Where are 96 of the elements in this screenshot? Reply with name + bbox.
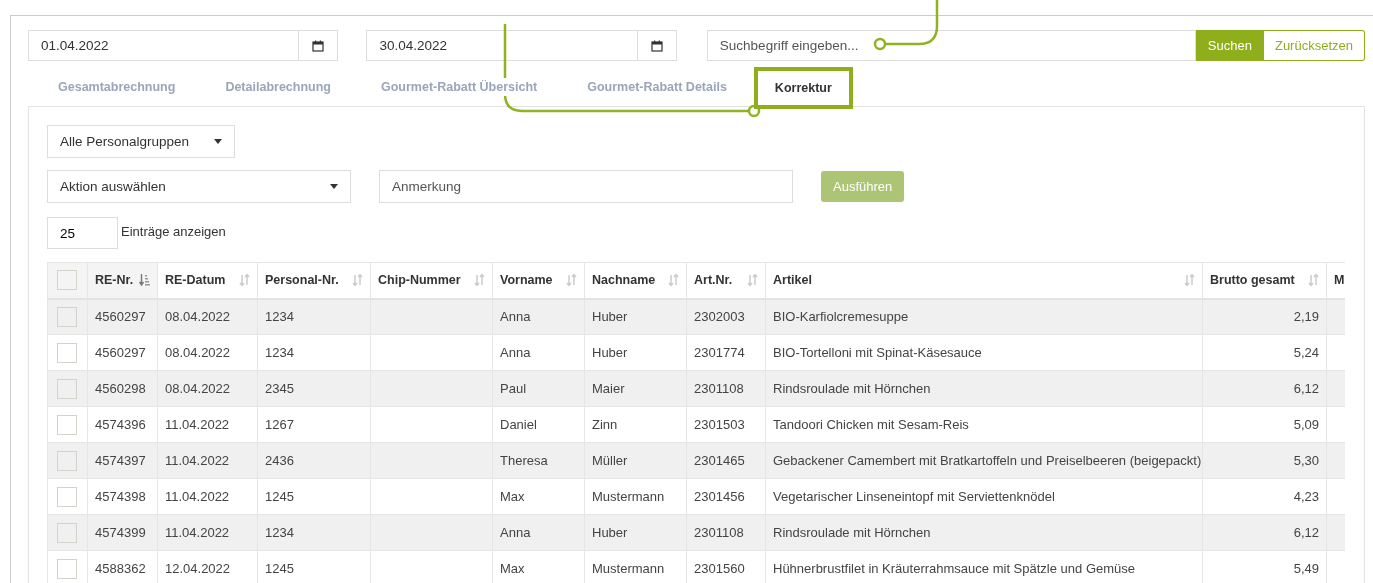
row-checkbox[interactable] — [57, 450, 77, 471]
search-field[interactable]: Suchbegriff eingeben... — [706, 30, 1196, 61]
table-cell: 5,24 — [1293, 345, 1319, 360]
row-checkbox[interactable] — [57, 306, 77, 327]
action-dropdown[interactable]: Aktion auswählen — [47, 170, 351, 203]
table-cell: 5,49 — [1293, 561, 1319, 576]
table-cell: Anna — [500, 525, 531, 540]
table-cell: Müller — [592, 453, 628, 468]
table-cell: 2345 — [265, 381, 294, 396]
table-cell: Rindsroulade mit Hörnchen — [773, 525, 931, 540]
table-cell: 1234 — [265, 525, 294, 540]
column-header[interactable]: RE-Datum — [157, 262, 258, 299]
table-cell: 08.04.2022 — [165, 381, 231, 396]
row-checkbox[interactable] — [57, 342, 77, 363]
select-all-checkbox[interactable] — [57, 270, 77, 291]
table-cell: Theresa — [500, 453, 548, 468]
remark-field[interactable]: Anmerkung — [379, 170, 793, 203]
column-header[interactable]: Brutto gesamt — [1202, 262, 1327, 299]
column-header[interactable]: Art.Nr. — [686, 262, 766, 299]
page-size-field[interactable]: 25 — [47, 217, 118, 249]
table-cell: 1245 — [265, 489, 294, 504]
calendar-icon — [650, 39, 663, 52]
column-header[interactable]: Personal-Nr. — [257, 262, 371, 299]
table-cell: Rindsroulade mit Hörnchen — [773, 381, 931, 396]
table-cell: 5,30 — [1293, 453, 1319, 468]
table-cell: 2301108 — [694, 381, 744, 396]
row-checkbox[interactable] — [57, 378, 77, 399]
table-cell: 4,23 — [1293, 489, 1319, 504]
row-checkbox[interactable] — [57, 558, 77, 579]
column-header[interactable]: Chip-Nummer — [370, 262, 493, 299]
table-cell: Mustermann — [592, 489, 665, 504]
table-cell: 11.04.2022 — [165, 453, 230, 468]
table-cell: Gebackener Camembert mit Bratkartoffeln und Preiselbeeren (beigepackt) — [773, 453, 1202, 468]
table-cell: 4574399 — [95, 525, 146, 540]
table-cell: 1234 — [265, 345, 294, 360]
table-cell: 12.04.2022 — [165, 561, 231, 576]
table-cell: 2301503 — [694, 417, 745, 432]
table-cell: 2301465 — [694, 453, 745, 468]
table-cell: 2,19 — [1293, 309, 1319, 325]
column-header[interactable]: M — [1326, 262, 1345, 299]
table-cell: Max — [500, 489, 525, 504]
table-cell: Tandoori Chicken mit Sesam-Reis — [773, 417, 969, 432]
table-cell: 08.04.2022 — [165, 345, 231, 360]
table-cell: 11.04.2022 — [165, 489, 230, 504]
group-dropdown[interactable]: Alle Personalgruppen — [47, 125, 235, 158]
row-checkbox[interactable] — [57, 522, 77, 543]
table-cell: 4574396 — [95, 417, 146, 432]
table-cell: Vegetarischer Linseneintopf mit Serviettenknödel — [773, 489, 1055, 504]
table-cell: Huber — [592, 309, 628, 325]
table-cell: 11.04.2022 — [165, 525, 230, 540]
calendar-icon — [312, 39, 325, 52]
table-cell: 2436 — [265, 453, 294, 468]
table-cell: 1234 — [265, 309, 294, 325]
row-checkbox[interactable] — [57, 486, 77, 507]
column-header[interactable]: Vorname — [492, 262, 585, 299]
table-cell: 4588362 — [95, 561, 146, 576]
row-checkbox[interactable] — [57, 414, 77, 435]
column-header[interactable]: Nachname — [584, 262, 687, 299]
table-cell: Anna — [500, 345, 531, 360]
page-size-label: Einträge anzeigen — [121, 224, 226, 239]
date-field[interactable]: 30.04.2022 — [366, 30, 677, 61]
table-cell: 4574397 — [95, 453, 146, 468]
table-cell: 2301774 — [694, 345, 745, 360]
table-cell: Hühnerbrustfilet in Kräuterrahmsauce mit Spätzle und Gemüse — [773, 561, 1135, 576]
table-cell: 2301560 — [694, 561, 745, 576]
table-cell: Max — [500, 561, 525, 576]
table-cell: 4560297 — [95, 345, 146, 360]
table-cell: 4560298 — [95, 381, 146, 396]
table-cell: Huber — [592, 525, 628, 540]
table-cell: 2301108 — [694, 525, 744, 540]
date-field[interactable]: 01.04.2022 — [28, 30, 339, 61]
column-header[interactable]: RE-Nr. — [87, 262, 158, 299]
table-cell: Daniel — [500, 417, 537, 432]
table-cell: BIO-Karfiolcremesuppe — [773, 309, 909, 325]
caret-icon — [214, 139, 222, 144]
table-cell: 4560297 — [95, 309, 146, 325]
table-cell: 6,12 — [1293, 381, 1319, 396]
table-cell: 11.04.2022 — [165, 417, 230, 432]
table-cell: 1245 — [265, 561, 294, 576]
table-cell: 5,09 — [1293, 417, 1319, 432]
table-cell: 2302003 — [694, 309, 745, 325]
table-cell: 6,12 — [1293, 525, 1319, 540]
table-cell: 4574398 — [95, 489, 146, 504]
table-cell: 08.04.2022 — [165, 309, 231, 325]
table-cell: Maier — [592, 381, 625, 396]
table-cell: 1267 — [265, 417, 294, 432]
table-cell: Huber — [592, 345, 628, 360]
table-cell: Zinn — [592, 417, 618, 432]
column-header[interactable]: Artikel — [765, 262, 1203, 299]
table-cell: 2301456 — [694, 489, 745, 504]
table-cell: Mustermann — [592, 561, 665, 576]
caret-icon — [330, 184, 338, 189]
tab[interactable]: Korrektur — [753, 67, 853, 109]
table-cell: BIO-Tortelloni mit Spinat-Käsesauce — [773, 345, 982, 360]
table-cell: Paul — [500, 381, 527, 396]
table-cell: Anna — [500, 309, 531, 325]
